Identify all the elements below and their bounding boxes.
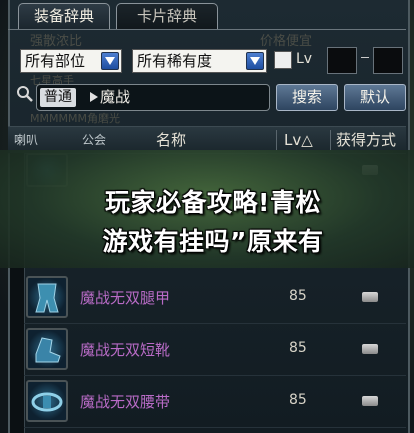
- rarity-filter-select[interactable]: 所有稀有度: [132, 49, 267, 73]
- item-level: 85: [289, 288, 307, 304]
- table-row[interactable]: 魔战无双腰带 85: [24, 377, 406, 428]
- background-chat-text: 强散浓比: [30, 34, 83, 49]
- rarity-filter-value: 所有稀有度: [137, 52, 213, 70]
- search-category-chip[interactable]: 普通: [40, 88, 76, 107]
- lv-max-input[interactable]: [373, 47, 403, 74]
- item-level: 85: [289, 392, 307, 408]
- default-button[interactable]: 默认: [344, 84, 406, 111]
- chevron-right-icon: [90, 92, 98, 102]
- lv-min-input[interactable]: [327, 47, 357, 74]
- obtain-indicator-icon: [362, 292, 378, 302]
- chevron-down-icon: [101, 52, 119, 70]
- part-filter-select[interactable]: 所有部位: [20, 49, 122, 73]
- column-divider: [276, 130, 277, 150]
- item-name: 魔战无双腰带: [80, 393, 171, 411]
- promo-overlay-banner: 玩家必备攻略!青松 游戏有挂吗”原来有: [0, 150, 414, 268]
- item-name: 魔战无双短靴: [80, 341, 171, 359]
- part-filter-value: 所有部位: [25, 52, 86, 70]
- table-row[interactable]: 魔战无双短靴 85: [24, 325, 406, 376]
- tab-equipment-dictionary[interactable]: 装备辞典: [18, 3, 110, 29]
- leg-armor-icon: [26, 276, 68, 318]
- background-chat-text: 价格便宜: [260, 34, 313, 49]
- search-icon: [17, 86, 33, 102]
- overlay-line-1: 玩家必备攻略!青松: [105, 188, 321, 217]
- overlay-line-2: 游戏有挂吗”原来有: [102, 227, 324, 256]
- item-name: 魔战无双腿甲: [80, 289, 171, 307]
- background-chat-text: MMMMMM角磨光: [30, 112, 120, 125]
- chevron-down-icon: [246, 52, 264, 70]
- belt-icon: [26, 380, 68, 422]
- search-button[interactable]: 搜索: [276, 84, 338, 111]
- item-level: 85: [289, 340, 307, 356]
- search-value: 魔战: [100, 88, 131, 106]
- boots-icon: [26, 328, 68, 370]
- tab-card-dictionary[interactable]: 卡片辞典: [116, 3, 218, 29]
- obtain-indicator-icon: [362, 344, 378, 354]
- lv-label: Lv: [296, 51, 313, 67]
- table-row[interactable]: 魔战无双腿甲 85: [24, 273, 406, 324]
- lv-filter-checkbox[interactable]: [274, 51, 292, 69]
- lv-range-separator: [361, 57, 369, 58]
- obtain-indicator-icon: [362, 396, 378, 406]
- column-divider: [330, 130, 331, 150]
